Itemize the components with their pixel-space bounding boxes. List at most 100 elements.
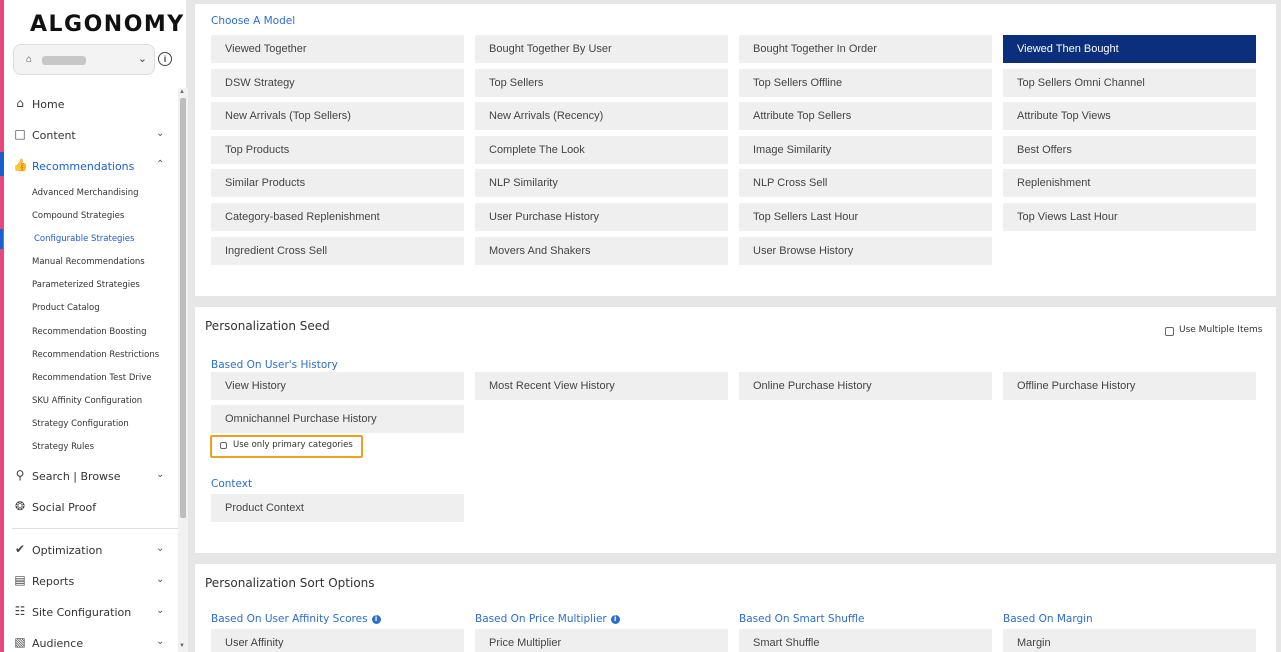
sidebar-item-reports[interactable]: ▤ Reports ⌄: [4, 567, 176, 593]
model-option[interactable]: Ingredient Cross Sell: [211, 236, 464, 265]
subnav-manual-recommendations[interactable]: Manual Recommendations: [32, 257, 145, 267]
sidebar-item-search-browse[interactable]: ⚲ Search | Browse ⌄: [4, 462, 176, 488]
personalization-sort-title: Personalization Sort Options: [205, 576, 375, 590]
subnav-strategy-rules[interactable]: Strategy Rules: [32, 442, 94, 452]
subnav-recommendation-restrictions[interactable]: Recommendation Restrictions: [32, 350, 159, 360]
model-option[interactable]: NLP Similarity: [475, 169, 728, 198]
info-icon[interactable]: i: [158, 52, 172, 66]
sort-option[interactable]: User Affinity: [211, 629, 464, 652]
model-option[interactable]: New Arrivals (Top Sellers): [211, 102, 464, 131]
sidebar-scrollbar[interactable]: ▲ ▼: [178, 88, 188, 652]
store-name-redacted: [42, 56, 86, 65]
model-option[interactable]: Image Similarity: [739, 135, 992, 164]
scroll-down-icon[interactable]: ▼: [179, 643, 185, 649]
model-option[interactable]: User Browse History: [739, 236, 992, 265]
model-option[interactable]: User Purchase History: [475, 203, 728, 231]
home-icon: ⌂: [16, 96, 24, 110]
model-option[interactable]: Top Sellers Offline: [739, 68, 992, 97]
model-option[interactable]: Top Products: [211, 135, 464, 164]
sort-group-label: Based On Price Multiplier i: [475, 613, 620, 625]
search-icon: ⚲: [15, 468, 25, 482]
model-option[interactable]: Movers And Shakers: [475, 236, 728, 265]
model-option[interactable]: Complete The Look: [475, 135, 728, 164]
model-panel: Choose A Model Viewed Together Bought Tog…: [195, 4, 1276, 296]
model-option[interactable]: Viewed Together: [211, 35, 464, 63]
model-option[interactable]: Category-based Replenishment: [211, 203, 464, 231]
personalization-seed-panel: Personalization Seed Use Multiple Items …: [195, 307, 1276, 553]
model-option[interactable]: Top Views Last Hour: [1003, 203, 1256, 231]
store-selector[interactable]: ⌂ ⌄: [13, 44, 155, 75]
subnav-parameterized-strategies[interactable]: Parameterized Strategies: [32, 280, 140, 290]
chevron-down-icon: ⌄: [156, 128, 165, 139]
sidebar-item-content[interactable]: □ Content ⌄: [4, 121, 176, 147]
use-multiple-items-checkbox[interactable]: [1165, 327, 1174, 336]
subnav-configurable-strategies[interactable]: Configurable Strategies: [34, 234, 134, 244]
seed-option[interactable]: Omnichannel Purchase History: [211, 405, 464, 433]
model-option[interactable]: DSW Strategy: [211, 68, 464, 97]
subnav-recommendation-test-drive[interactable]: Recommendation Test Drive: [32, 373, 152, 383]
sidebar-item-home[interactable]: ⌂ Home: [4, 90, 176, 116]
context-option[interactable]: Product Context: [211, 494, 464, 522]
seed-option[interactable]: Offline Purchase History: [1003, 372, 1256, 400]
audience-icon: ▧: [14, 635, 26, 649]
social-proof-icon: ❂: [14, 499, 26, 513]
context-label: Context: [211, 478, 253, 490]
sidebar-item-site-configuration[interactable]: ☷ Site Configuration ⌄: [4, 598, 176, 624]
subnav-sku-affinity-configuration[interactable]: SKU Affinity Configuration: [32, 396, 142, 406]
thumbs-up-icon: 👍: [13, 158, 28, 172]
sidebar-item-optimization[interactable]: ✔ Optimization ⌄: [4, 536, 176, 562]
model-option[interactable]: Viewed Then Bought: [1003, 35, 1256, 63]
sort-group-label: Based On Margin: [1003, 613, 1093, 625]
scrollbar-thumb[interactable]: [180, 98, 186, 518]
choose-model-label: Choose A Model: [211, 15, 296, 27]
subnav-strategy-configuration[interactable]: Strategy Configuration: [32, 419, 129, 429]
store-icon: ⌂: [26, 54, 33, 65]
reports-icon: ▤: [14, 573, 26, 587]
sidebar: ALGONOMY ⌂ ⌄ i ⌂ Home □ Content ⌄ 👍 Reco…: [0, 0, 188, 652]
model-option[interactable]: Attribute Top Sellers: [739, 102, 992, 131]
personalization-sort-panel: Personalization Sort Options Based On Us…: [195, 564, 1276, 652]
subnav-compound-strategies[interactable]: Compound Strategies: [32, 211, 124, 221]
primary-categories-label: Use only primary categories: [233, 440, 353, 450]
chevron-down-icon: ⌄: [156, 543, 165, 554]
seed-option[interactable]: View History: [211, 372, 464, 400]
subnav-advanced-merchandising[interactable]: Advanced Merchandising: [32, 188, 139, 198]
sidebar-item-social-proof[interactable]: ❂ Social Proof: [4, 493, 176, 519]
sort-option[interactable]: Smart Shuffle: [739, 629, 992, 652]
algonomy-logo[interactable]: ALGONOMY: [30, 12, 185, 37]
sort-group-label: Based On Smart Shuffle: [739, 613, 865, 625]
seed-option[interactable]: Online Purchase History: [739, 372, 992, 400]
model-option[interactable]: Replenishment: [1003, 169, 1256, 198]
subnav-recommendation-boosting[interactable]: Recommendation Boosting: [32, 327, 147, 337]
model-option[interactable]: Top Sellers Last Hour: [739, 203, 992, 231]
sidebar-divider: [12, 528, 178, 529]
subnav-product-catalog[interactable]: Product Catalog: [32, 303, 100, 313]
model-option[interactable]: New Arrivals (Recency): [475, 102, 728, 131]
model-option[interactable]: Top Sellers: [475, 68, 728, 97]
info-icon[interactable]: i: [610, 615, 620, 624]
sidebar-item-audience[interactable]: ▧ Audience ⌄: [4, 629, 176, 652]
chevron-up-icon: ⌃: [156, 159, 165, 170]
active-subnav-marker: [0, 229, 3, 249]
model-option[interactable]: Bought Together By User: [475, 35, 728, 63]
seed-option[interactable]: Most Recent View History: [475, 372, 728, 400]
user-history-label: Based On User's History: [211, 359, 338, 371]
chevron-down-icon: ⌄: [156, 636, 165, 647]
model-option[interactable]: Best Offers: [1003, 135, 1256, 164]
optimization-icon: ✔: [14, 542, 26, 556]
sort-option[interactable]: Price Multiplier: [475, 629, 728, 652]
model-option[interactable]: Attribute Top Views: [1003, 102, 1256, 131]
model-option[interactable]: Bought Together In Order: [739, 35, 992, 63]
sidebar-item-recommendations[interactable]: 👍 Recommendations ⌃: [0, 152, 176, 178]
model-option[interactable]: Top Sellers Omni Channel: [1003, 68, 1256, 97]
sort-option[interactable]: Margin: [1003, 629, 1256, 652]
chevron-down-icon: ⌄: [156, 605, 165, 616]
model-option[interactable]: Similar Products: [211, 169, 464, 198]
use-multiple-items-label: Use Multiple Items: [1179, 325, 1263, 335]
personalization-seed-title: Personalization Seed: [205, 319, 330, 333]
scroll-up-icon[interactable]: ▲: [179, 89, 185, 95]
info-icon[interactable]: i: [371, 615, 381, 624]
sort-group-label: Based On User Affinity Scores i: [211, 613, 381, 625]
model-option[interactable]: NLP Cross Sell: [739, 169, 992, 198]
primary-categories-checkbox[interactable]: [220, 442, 227, 449]
